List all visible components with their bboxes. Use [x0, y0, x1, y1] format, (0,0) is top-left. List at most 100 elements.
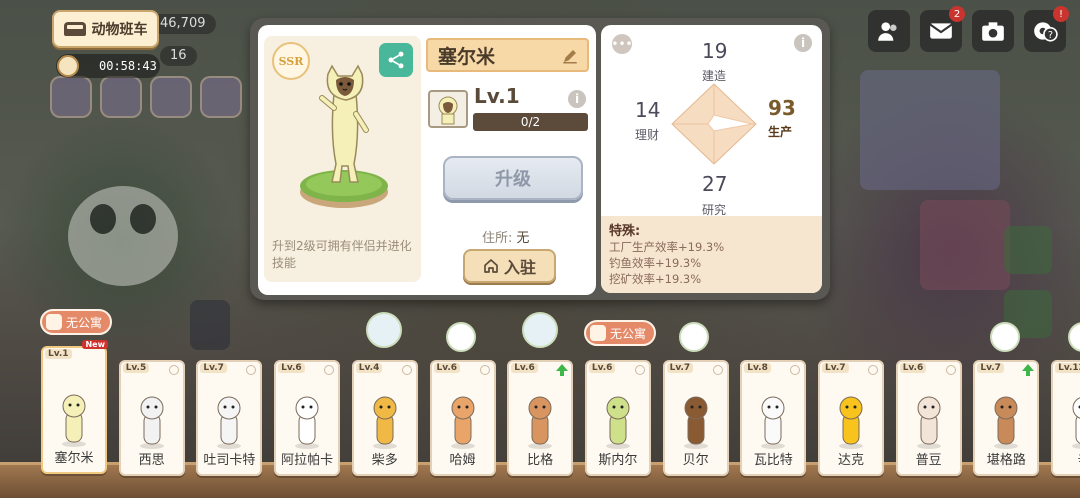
animal-card[interactable]: Lv.7 贝尔	[662, 360, 729, 476]
animal-card[interactable]: Lv.1 New 塞尔米	[41, 340, 108, 474]
shuttle-timer: 00:58:43	[56, 54, 160, 78]
animal-card-name: 斯内尔	[598, 453, 638, 468]
house-icon	[484, 259, 498, 273]
mail-icon	[929, 23, 953, 39]
location-pin-icon	[246, 365, 257, 375]
shuttle-bubble-icon	[366, 312, 402, 348]
location-pin-icon	[790, 365, 801, 375]
animal-card[interactable]: Lv.7 吐司卡特	[196, 360, 263, 476]
residence-value: 无	[516, 231, 530, 246]
stats-info-icon[interactable]: i	[794, 34, 812, 52]
chef-hat-icon	[990, 322, 1020, 352]
animal-card[interactable]: Lv.7 达克	[818, 360, 884, 476]
svg-text:?: ?	[1048, 30, 1053, 41]
building-icon	[46, 314, 62, 330]
animal-card[interactable]: Lv.8 瓦比特	[740, 360, 807, 476]
research-label: 研究	[702, 203, 727, 217]
animal-card-level: Lv.1	[45, 349, 72, 359]
animal-level: Lv.1	[474, 84, 520, 108]
special-title: 特殊:	[609, 224, 641, 239]
animal-card-name: 哈姆	[449, 453, 476, 468]
animal-card-level: Lv.6	[433, 363, 461, 373]
animal-shuttle-button[interactable]: 动物班车	[52, 10, 159, 48]
mail-badge: 2	[949, 6, 965, 22]
chef-hat-icon	[446, 322, 476, 352]
shuttle-bubble-icon	[522, 312, 558, 348]
animal-card-name: 辛	[1053, 449, 1080, 468]
share-icon	[388, 51, 404, 69]
residence-label: 住所:	[482, 231, 513, 246]
special-line: 钓鱼效率+19.3%	[609, 256, 702, 270]
research-value: 27	[702, 172, 728, 196]
animal-card-name: 阿拉帕卡	[281, 453, 334, 468]
animal-name-field[interactable]: 塞尔米	[426, 38, 589, 72]
animal-card-figure	[295, 396, 320, 449]
animal-card[interactable]: Lv.6 阿拉帕卡	[274, 360, 341, 476]
animal-card-level: Lv.7	[200, 363, 227, 373]
animal-card[interactable]: Lv.7 堪格路	[973, 360, 1040, 476]
building-tile	[190, 300, 230, 350]
production-value: 93	[768, 96, 796, 120]
animal-card[interactable]: Lv.6 比格	[507, 360, 574, 476]
animal-avatar	[428, 90, 468, 128]
building-tile	[920, 200, 1010, 290]
animal-card-level: Lv.7	[822, 363, 849, 373]
upgrade-button[interactable]: 升级	[443, 156, 583, 200]
animal-card-level: Lv.6	[899, 363, 927, 373]
animal-card-figure	[217, 396, 242, 449]
no-apartment-label: 无公寓	[610, 326, 647, 341]
friends-button[interactable]	[868, 10, 910, 52]
shortcut-button[interactable]	[50, 76, 92, 118]
finance-label: 理财	[635, 128, 660, 142]
location-pin-icon	[401, 365, 412, 375]
share-button[interactable]	[379, 43, 413, 77]
panda-decoration	[68, 186, 178, 286]
animal-card[interactable]: Lv.6 斯内尔	[584, 360, 651, 476]
animal-card-name: 堪格路	[986, 453, 1026, 468]
animal-card[interactable]: Lv.4 柴多	[351, 360, 418, 476]
camera-button[interactable]	[972, 10, 1014, 52]
bus-icon	[63, 22, 86, 36]
building-icon	[590, 325, 606, 341]
settings-button[interactable]: ? !	[1024, 6, 1069, 52]
animal-card-figure	[605, 396, 630, 449]
animal-card-figure	[62, 394, 86, 447]
animal-card-figure	[1072, 397, 1080, 449]
animal-card[interactable]: Lv.12 辛	[1051, 360, 1080, 476]
animal-card-level: Lv.7	[666, 363, 694, 373]
finance-value: 14	[635, 98, 661, 122]
mail-button[interactable]: 2	[920, 6, 965, 52]
info-icon[interactable]: i	[568, 90, 586, 108]
production-label: 生产	[768, 125, 793, 139]
animal-card[interactable]: Lv.6 哈姆	[429, 360, 496, 476]
upgrade-arrow-icon	[1022, 364, 1035, 376]
animal-card-figure	[528, 396, 553, 449]
shortcut-button[interactable]	[150, 76, 192, 118]
no-apartment-tag: 无公寓	[584, 320, 657, 346]
pencil-icon[interactable]	[561, 47, 579, 65]
location-pin-icon	[168, 365, 179, 375]
animal-card[interactable]: Lv.5 西思	[118, 360, 185, 476]
building-tile	[860, 70, 1000, 190]
settings-badge: !	[1053, 6, 1069, 22]
hud-shortcut-row	[50, 76, 242, 118]
shortcut-button[interactable]	[100, 76, 142, 118]
animal-card-figure	[139, 396, 164, 449]
animal-card-name: 柴多	[371, 453, 398, 468]
camera-icon	[982, 22, 1004, 41]
new-badge: New	[82, 340, 108, 349]
top-right-toolbar: 2 ? !	[868, 6, 1069, 52]
shortcut-button[interactable]	[200, 76, 242, 118]
animal-card-name: 吐司卡特	[203, 453, 256, 468]
clock-icon	[57, 55, 79, 77]
animal-card[interactable]: Lv.6 普豆	[895, 360, 962, 476]
location-pin-icon	[945, 365, 956, 375]
build-label: 建造	[702, 69, 727, 83]
special-abilities-panel: 特殊: 工厂生产效率+19.3% 钓鱼效率+19.3% 挖矿效率+19.3%	[601, 216, 822, 293]
no-apartment-tag: 无公寓	[40, 309, 113, 335]
move-in-button[interactable]: 入驻	[463, 249, 556, 283]
side-button[interactable]	[1004, 226, 1052, 274]
gear-help-icon: ?	[1034, 22, 1058, 42]
no-apartment-label: 无公寓	[66, 315, 103, 330]
more-options-icon[interactable]: •••	[611, 34, 633, 54]
